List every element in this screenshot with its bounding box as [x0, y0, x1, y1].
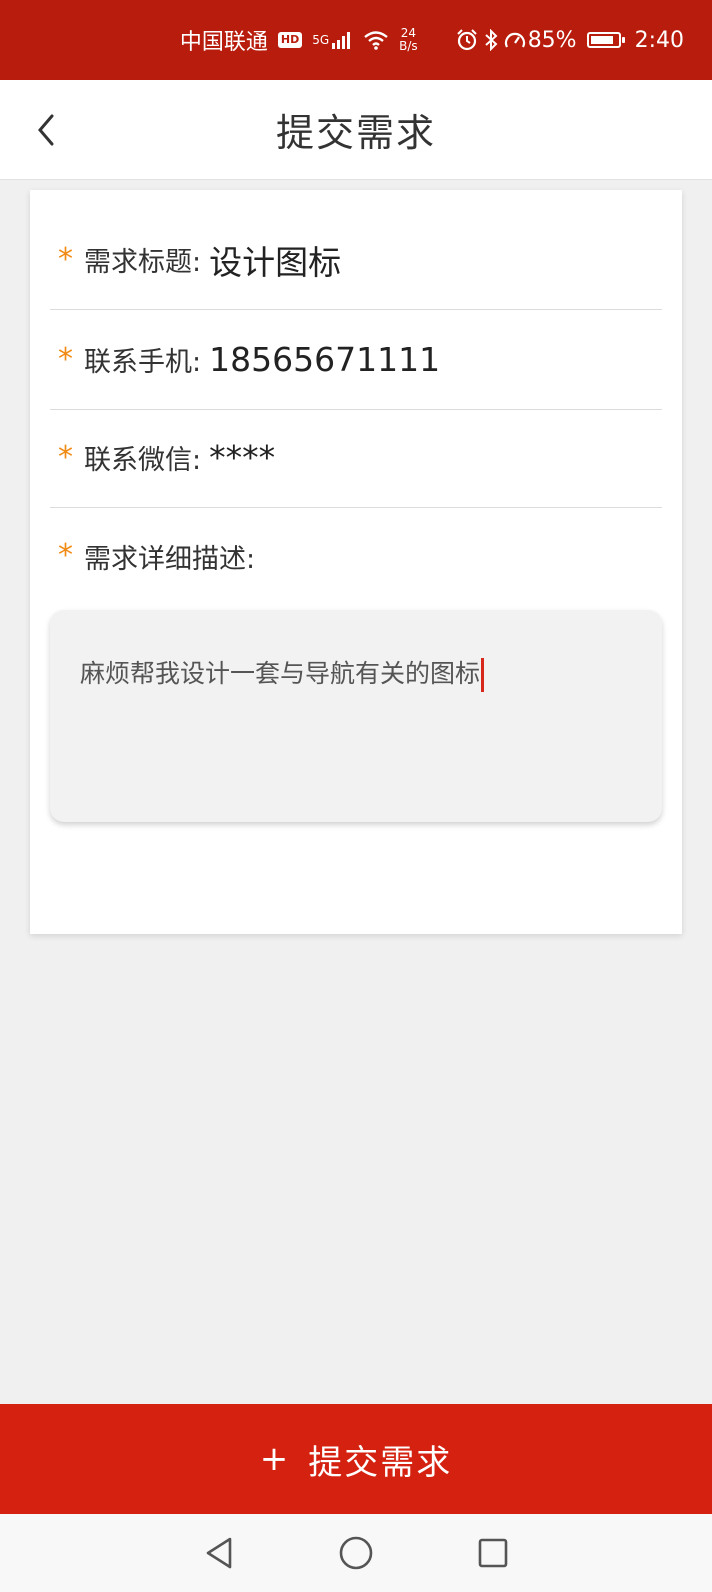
description-text: 麻烦帮我设计一套与导航有关的图标: [80, 659, 481, 688]
required-mark: *: [58, 341, 73, 377]
speedometer-icon: [504, 30, 526, 50]
battery-icon: [586, 32, 625, 48]
chevron-left-icon: [38, 114, 54, 146]
page-title: 提交需求: [275, 111, 436, 155]
signal-icon: 5G: [312, 31, 353, 49]
phone-label: 联系手机:: [84, 347, 202, 378]
form-row-phone: * 联系手机: 18565671111: [50, 310, 662, 410]
requirement-form: * 需求标题: 设计图标 * 联系手机: 18565671111 * 联系微信:…: [30, 190, 682, 934]
required-mark: *: [58, 241, 73, 277]
carrier-name: 中国联通: [179, 30, 268, 55]
form-row-wechat: * 联系微信: ****: [50, 408, 662, 508]
signal-type: 5G: [312, 33, 330, 47]
title-label: 需求标题:: [84, 247, 202, 278]
wifi-icon: [363, 30, 389, 50]
phone-field[interactable]: 18565671111: [209, 340, 440, 379]
back-button[interactable]: [24, 108, 68, 152]
app-header: 提交需求: [0, 80, 712, 180]
submit-label: 提交需求: [308, 1442, 453, 1483]
square-recent-icon: [479, 1538, 508, 1568]
submit-requirement-button[interactable]: + 提交需求: [0, 1404, 712, 1514]
nav-back-button[interactable]: [197, 1531, 241, 1575]
status-time: 2:40: [634, 27, 684, 53]
nav-recent-button[interactable]: [471, 1531, 515, 1575]
system-nav-bar: [0, 1514, 712, 1592]
triangle-back-icon: [206, 1537, 231, 1569]
battery-percent: 85%: [527, 27, 577, 53]
form-row-description: * 需求详细描述:: [50, 506, 662, 606]
bluetooth-icon: [484, 29, 498, 51]
net-speed-unit: B/s: [399, 39, 418, 53]
hd-badge: HD: [277, 32, 303, 48]
nav-home-button[interactable]: [334, 1531, 378, 1575]
status-bar: 中国联通 HD 5G 24 B/s 85% 2:40: [0, 0, 712, 80]
wechat-label: 联系微信:: [84, 445, 202, 476]
net-speed: 24 B/s: [399, 27, 418, 53]
required-mark: *: [58, 538, 73, 573]
form-row-title: * 需求标题: 设计图标: [50, 210, 662, 310]
plus-icon: +: [259, 1439, 291, 1479]
wechat-field[interactable]: ****: [209, 438, 275, 477]
required-mark: *: [58, 439, 73, 475]
text-cursor: [481, 658, 485, 692]
circle-home-icon: [339, 1536, 373, 1570]
description-label: 需求详细描述:: [84, 543, 256, 575]
title-field[interactable]: 设计图标: [209, 236, 341, 284]
alarm-icon: [456, 29, 478, 51]
description-textarea[interactable]: 麻烦帮我设计一套与导航有关的图标: [50, 610, 662, 822]
